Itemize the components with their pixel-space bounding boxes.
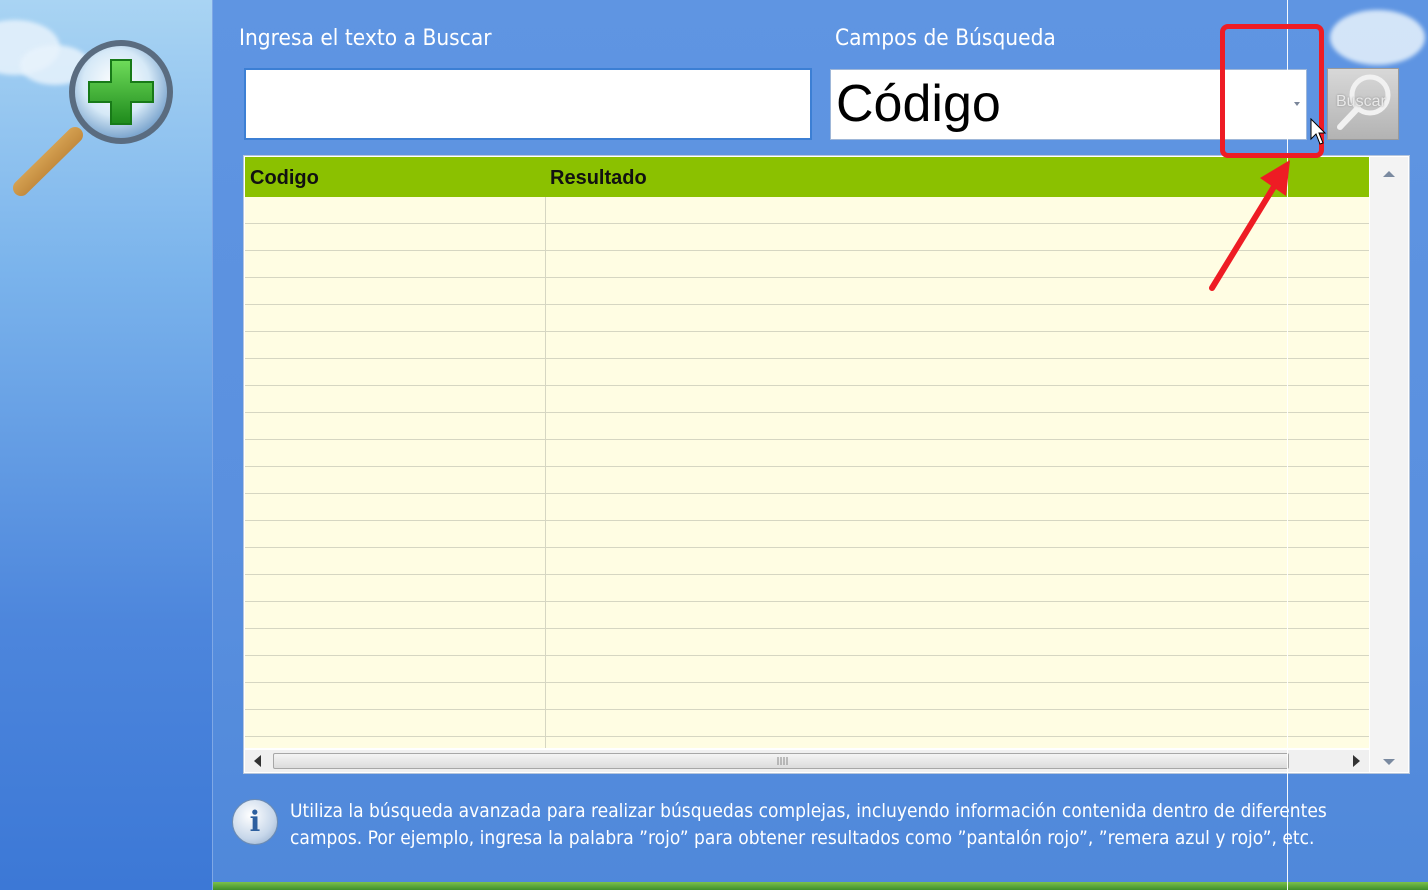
buscar-button-label: Buscar	[1336, 93, 1386, 110]
table-row[interactable]	[245, 683, 1369, 710]
table-row[interactable]	[245, 305, 1369, 332]
vertical-scrollbar[interactable]	[1370, 157, 1408, 772]
annotation-highlight-box	[1220, 24, 1324, 158]
table-row[interactable]	[245, 413, 1369, 440]
column-header-resultado[interactable]: Resultado	[550, 167, 647, 190]
horizontal-scrollbar[interactable]	[245, 750, 1369, 772]
table-row[interactable]	[245, 386, 1369, 413]
dropdown-selected-value: Código	[836, 75, 1001, 133]
left-panel	[0, 0, 213, 890]
scroll-up-arrow-icon[interactable]	[1370, 165, 1408, 185]
table-row[interactable]	[245, 602, 1369, 629]
fields-label: Campos de Búsqueda	[835, 26, 1056, 51]
table-row[interactable]	[245, 494, 1369, 521]
column-divider[interactable]	[545, 197, 546, 748]
table-row[interactable]	[245, 548, 1369, 575]
scroll-right-arrow-icon[interactable]	[1343, 750, 1369, 772]
mouse-cursor-icon	[1310, 118, 1327, 145]
table-row[interactable]	[245, 710, 1369, 737]
table-row[interactable]	[245, 332, 1369, 359]
cloud-decoration	[1330, 10, 1425, 65]
search-label: Ingresa el texto a Buscar	[239, 26, 492, 51]
table-row[interactable]	[245, 629, 1369, 656]
scroll-left-arrow-icon[interactable]	[245, 750, 271, 772]
search-input[interactable]	[244, 68, 812, 140]
table-row[interactable]	[245, 359, 1369, 386]
grip-icon	[777, 757, 788, 765]
column-header-codigo[interactable]: Codigo	[250, 167, 319, 190]
table-row[interactable]	[245, 575, 1369, 602]
help-text: Utiliza la búsqueda avanzada para realiz…	[290, 798, 1410, 852]
magnifier-plus-icon	[13, 40, 173, 196]
annotation-arrow	[1209, 160, 1290, 291]
table-row[interactable]	[245, 656, 1369, 683]
table-row[interactable]	[245, 440, 1369, 467]
help-text-line1: Utiliza la búsqueda avanzada para realiz…	[290, 800, 1327, 822]
buscar-button[interactable]: Buscar	[1327, 68, 1399, 140]
help-text-line2: campos. Por ejemplo, ingresa la palabra …	[290, 827, 1315, 849]
scroll-down-arrow-icon[interactable]	[1370, 753, 1408, 773]
grass-decoration	[213, 882, 1428, 890]
table-row[interactable]	[245, 467, 1369, 494]
horizontal-scroll-thumb[interactable]	[273, 753, 1289, 769]
table-row[interactable]	[245, 521, 1369, 548]
info-icon: i	[232, 799, 278, 845]
